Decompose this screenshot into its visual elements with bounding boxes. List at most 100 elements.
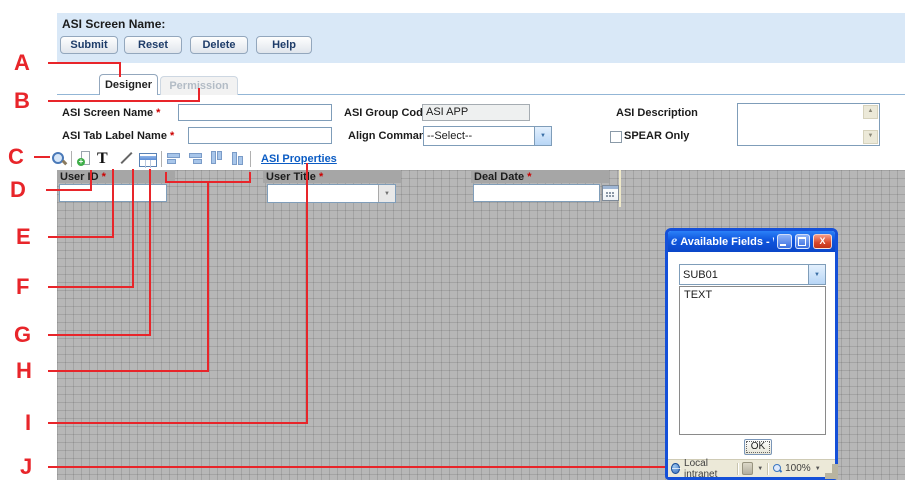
add-field-icon[interactable] <box>76 150 93 167</box>
text-tool-icon[interactable]: T <box>97 150 114 167</box>
help-button[interactable]: Help <box>256 36 312 54</box>
page-title: ASI Screen Name: <box>62 17 165 31</box>
field-header-user-title: User Title * <box>263 170 401 183</box>
available-fields-list[interactable]: TEXT <box>679 286 826 435</box>
align-command-value: --Select-- <box>424 130 534 142</box>
spear-only-label: SPEAR Only <box>624 130 689 142</box>
annotation-letter-g: G <box>14 325 31 345</box>
annotation-line-b <box>198 88 200 102</box>
annotation-letter-f: F <box>16 277 29 297</box>
required-asterisk: * <box>319 171 323 183</box>
annotation-line-g <box>149 169 151 336</box>
statusbar-divider <box>767 463 768 475</box>
popup-titlebar[interactable]: e Available Fields - Wind... <box>668 231 835 252</box>
popup-title: Available Fields - Wind... <box>680 236 774 248</box>
asi-group-code-value: ASI APP <box>422 104 530 121</box>
chevron-down-icon[interactable]: ▼ <box>757 466 763 472</box>
annotation-line-f <box>132 169 134 288</box>
deal-date-input[interactable] <box>473 184 600 202</box>
annotation-letter-e: E <box>16 227 31 247</box>
zoom-icon[interactable] <box>50 150 67 167</box>
list-item[interactable]: TEXT <box>680 287 825 303</box>
zoom-level-icon[interactable] <box>772 463 781 474</box>
line-tool-icon[interactable] <box>118 150 135 167</box>
align-left-icon[interactable] <box>166 150 183 167</box>
annotation-letter-j: J <box>20 457 32 477</box>
annotation-line-b <box>48 100 200 102</box>
field-header-deal-date: Deal Date * <box>471 170 609 183</box>
header-panel <box>57 13 905 63</box>
annotation-line-a <box>119 62 121 77</box>
annotation-line-h <box>165 172 167 183</box>
maximize-icon[interactable] <box>795 234 810 249</box>
submit-button[interactable]: Submit <box>60 36 118 54</box>
scroll-up-icon[interactable]: ▲ <box>863 105 878 119</box>
scroll-down-icon[interactable]: ▼ <box>863 130 878 144</box>
align-top-icon[interactable] <box>208 150 225 167</box>
calendar-icon[interactable] <box>602 185 619 201</box>
security-zone-text: Local intranet <box>684 458 733 480</box>
toolbar-separator <box>71 151 72 167</box>
annotation-line-c <box>34 156 50 158</box>
annotation-line-d <box>46 189 92 191</box>
annotation-line-i <box>48 422 308 424</box>
chevron-down-icon[interactable]: ▼ <box>815 466 821 472</box>
annotation-line-e <box>48 236 114 238</box>
asi-description-label: ASI Description <box>616 107 698 119</box>
asi-description-textarea[interactable]: ▲ ▼ <box>737 103 880 146</box>
designer-toolbar: T ASI Properties <box>50 150 337 167</box>
chevron-down-icon[interactable]: ▼ <box>808 265 825 284</box>
delete-button[interactable]: Delete <box>190 36 248 54</box>
annotation-line-a <box>48 62 121 64</box>
field-group-value: SUB01 <box>680 269 808 281</box>
asi-tab-label-name-input[interactable] <box>188 127 332 144</box>
align-command-select[interactable]: --Select-- ▼ <box>423 126 552 146</box>
annotation-line-i <box>306 163 308 424</box>
asi-properties-link[interactable]: ASI Properties <box>261 153 337 165</box>
annotation-letter-i: I <box>25 413 31 433</box>
chevron-down-icon[interactable]: ▼ <box>534 127 551 145</box>
statusbar-divider <box>737 463 738 475</box>
ok-button[interactable]: OK <box>744 439 772 455</box>
required-asterisk: * <box>527 171 531 183</box>
minimize-icon[interactable] <box>777 234 792 249</box>
required-asterisk: * <box>170 130 174 142</box>
spear-only-checkbox[interactable] <box>610 131 622 143</box>
security-icon[interactable] <box>742 462 753 475</box>
toolbar-separator <box>250 151 251 167</box>
reset-button[interactable]: Reset <box>124 36 182 54</box>
intranet-globe-icon <box>671 463 680 474</box>
annotation-line-g <box>48 334 151 336</box>
table-tool-icon[interactable] <box>139 153 157 167</box>
toolbar-separator <box>161 151 162 167</box>
field-group-select[interactable]: SUB01 ▼ <box>679 264 826 285</box>
annotation-line-h <box>48 370 209 372</box>
tab-designer[interactable]: Designer <box>99 74 158 95</box>
align-bottom-icon[interactable] <box>229 150 246 167</box>
align-right-icon[interactable] <box>187 150 204 167</box>
asi-screen-name-label: ASI Screen Name * <box>62 107 160 119</box>
annotation-line-h <box>207 182 209 372</box>
field-header-user-id: User ID * <box>57 170 175 183</box>
annotation-line-j <box>48 466 665 468</box>
annotation-line-d <box>90 170 92 191</box>
user-title-select[interactable]: ▼ <box>267 184 396 203</box>
resize-grip[interactable] <box>825 464 832 473</box>
annotation-line-h <box>249 172 251 183</box>
chevron-down-icon[interactable]: ▼ <box>378 185 395 202</box>
asi-screen-name-input[interactable] <box>178 104 332 121</box>
ie-logo-icon: e <box>671 235 677 249</box>
annotation-line-f <box>48 286 134 288</box>
annotation-line-h <box>165 181 251 183</box>
asi-group-code-label: ASI Group Code <box>344 107 429 119</box>
annotation-line-e <box>112 169 114 238</box>
annotation-letter-a: A <box>14 53 30 73</box>
annotation-letter-b: B <box>14 91 30 111</box>
close-icon[interactable] <box>813 234 832 249</box>
annotation-letter-d: D <box>10 180 26 200</box>
column-guide <box>619 170 621 207</box>
available-fields-window: e Available Fields - Wind... SUB01 ▼ TEX… <box>665 228 838 480</box>
annotation-letter-c: C <box>8 147 24 167</box>
screen-designer-page: ASI Screen Name: Submit Reset Delete Hel… <box>0 0 921 491</box>
align-command-label: Align Command <box>348 130 432 142</box>
